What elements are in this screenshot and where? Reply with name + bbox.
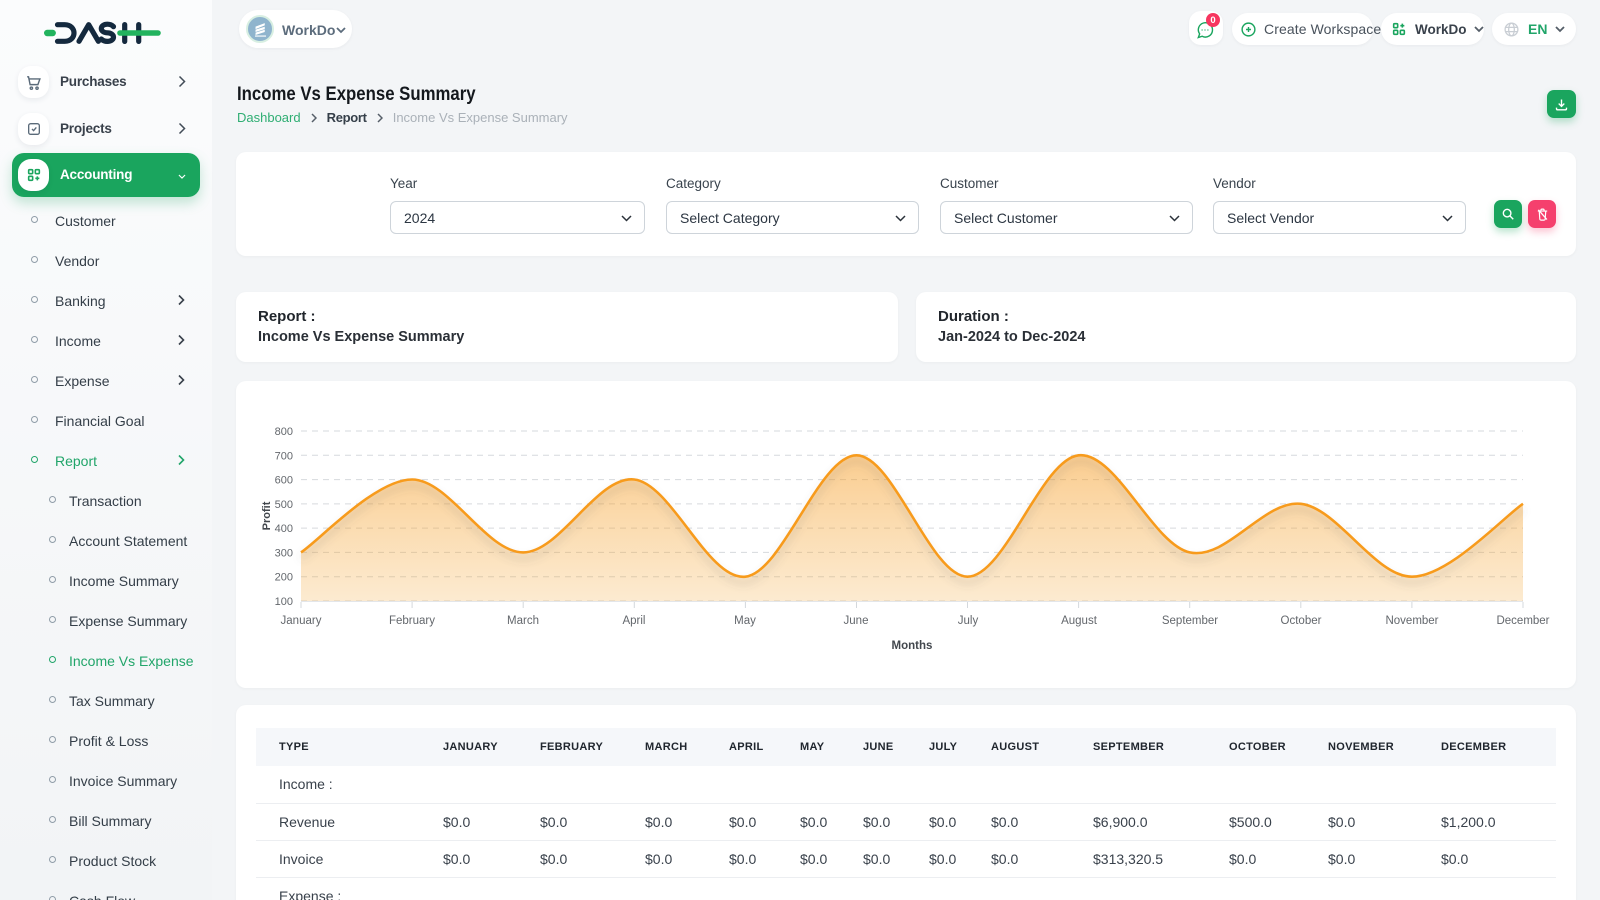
svg-text:400: 400 xyxy=(275,523,293,535)
svg-text:January: January xyxy=(281,615,322,627)
svg-text:100: 100 xyxy=(275,596,293,608)
svg-text:700: 700 xyxy=(275,450,293,462)
svg-text:Profit: Profit xyxy=(261,501,273,530)
svg-text:April: April xyxy=(622,615,645,627)
svg-text:November: November xyxy=(1385,615,1438,627)
svg-text:May: May xyxy=(734,615,756,627)
svg-text:August: August xyxy=(1061,615,1098,627)
svg-text:Months: Months xyxy=(892,640,933,652)
svg-text:February: February xyxy=(389,615,435,627)
svg-text:300: 300 xyxy=(275,547,293,559)
svg-text:June: June xyxy=(844,615,869,627)
svg-text:800: 800 xyxy=(275,426,293,438)
svg-text:600: 600 xyxy=(275,475,293,487)
svg-text:March: March xyxy=(507,615,539,627)
svg-text:500: 500 xyxy=(275,499,293,511)
svg-text:July: July xyxy=(958,615,979,627)
svg-text:200: 200 xyxy=(275,572,293,584)
svg-text:October: October xyxy=(1281,615,1322,627)
svg-text:September: September xyxy=(1162,615,1218,627)
svg-text:December: December xyxy=(1496,615,1549,627)
